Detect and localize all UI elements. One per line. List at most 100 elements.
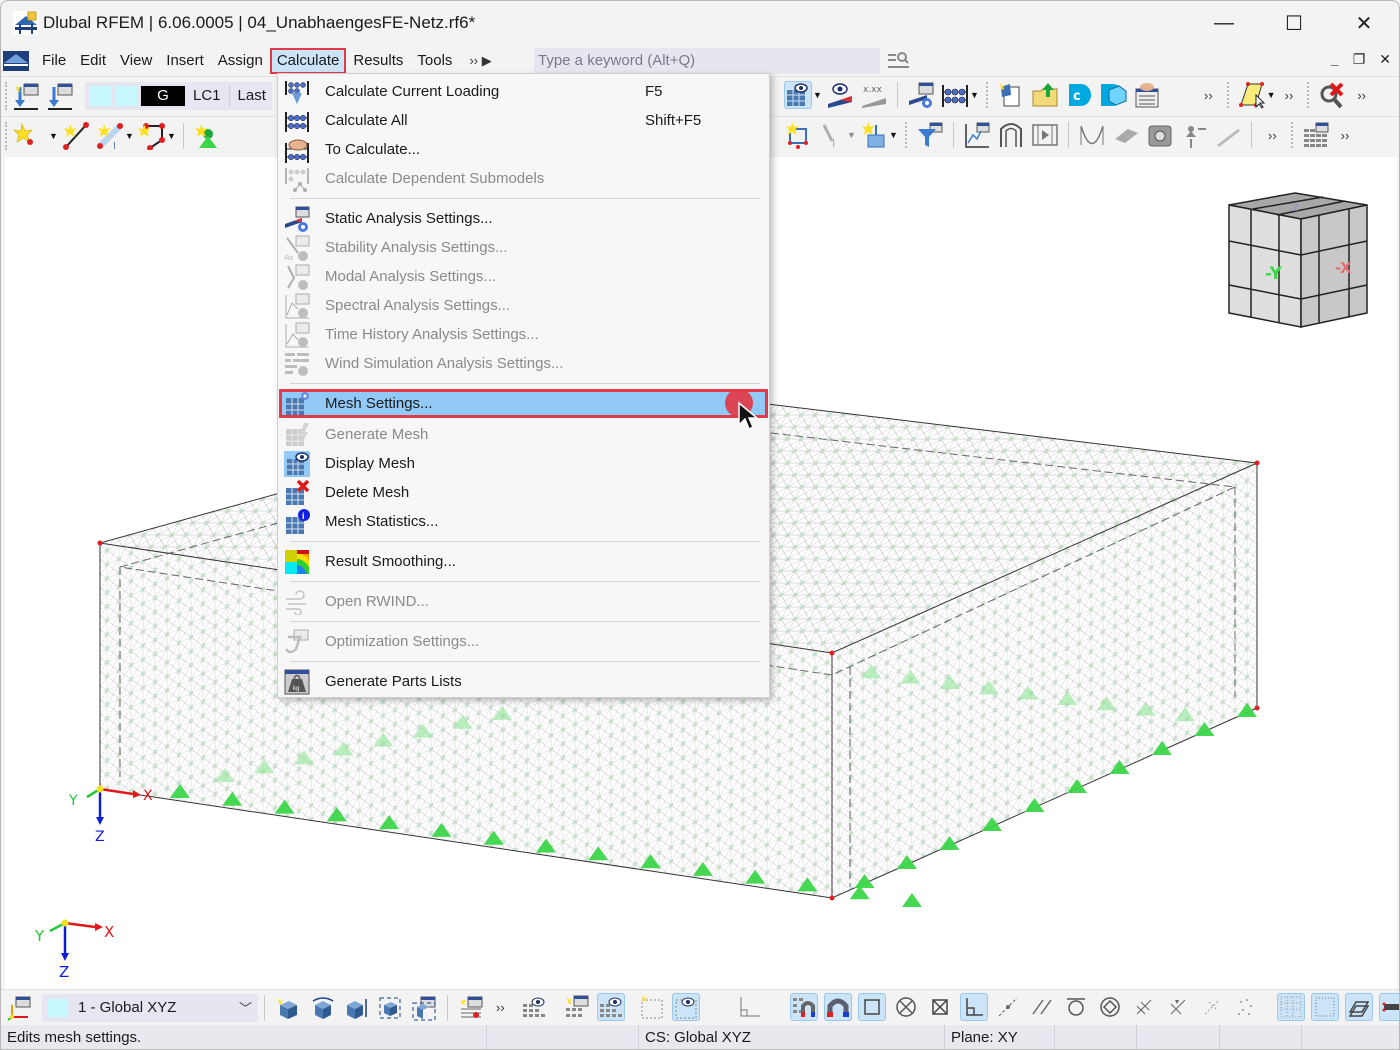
chevron-down-icon[interactable]: ▼	[847, 130, 857, 140]
chevron-down-icon[interactable]: ▼	[813, 90, 823, 100]
menu-item-generate-parts-lists[interactable]: kg Generate Parts Lists	[279, 667, 768, 696]
snap-tangent-icon[interactable]	[1062, 993, 1090, 1021]
chevron-down-icon[interactable]: ▼	[125, 131, 135, 141]
dimension-line-icon[interactable]	[1379, 993, 1399, 1021]
render-settings-icon[interactable]	[457, 994, 485, 1022]
view-top-icon[interactable]	[308, 994, 336, 1022]
snap-dimension-icon[interactable]	[1198, 993, 1226, 1021]
menu-item-delete-mesh[interactable]: Delete Mesh	[279, 478, 768, 507]
menu-calculate[interactable]: Calculate	[269, 48, 347, 74]
menu-tools[interactable]: Tools	[410, 48, 459, 74]
surface-results-icon[interactable]	[1112, 121, 1140, 149]
menu-results[interactable]: Results	[346, 48, 410, 74]
menu-file[interactable]: File	[35, 48, 73, 74]
grid-lines-icon[interactable]	[1311, 993, 1339, 1021]
new-work-plane-icon[interactable]	[638, 993, 666, 1021]
snap-grid-icon[interactable]	[790, 993, 818, 1021]
chevron-down-icon[interactable]: ▼	[49, 131, 59, 141]
mdi-close-button[interactable]: ✕	[1379, 51, 1391, 68]
mdi-restore-button[interactable]: ❐	[1353, 51, 1366, 68]
snap-extension-icon[interactable]	[1130, 993, 1158, 1021]
section-cut-icon[interactable]	[997, 121, 1025, 149]
values-display-icon[interactable]: x.xx	[860, 81, 888, 109]
static-analysis-settings-icon[interactable]	[907, 81, 935, 109]
toolbar-grip[interactable]	[5, 81, 9, 110]
animation-icon[interactable]	[1031, 121, 1059, 149]
menu-overflow-button[interactable]: ›› ▶	[469, 53, 491, 69]
load-case-selector[interactable]: G LC1 Last	[85, 81, 272, 110]
new-model-icon[interactable]	[997, 81, 1025, 109]
menu-item-mesh-settings[interactable]: Mesh Settings...	[279, 389, 768, 418]
new-node-icon[interactable]	[12, 122, 40, 150]
open-folder-icon[interactable]	[1031, 81, 1059, 109]
diagram-icon[interactable]	[963, 121, 991, 149]
delete-results-icon[interactable]	[1318, 81, 1346, 109]
chevron-down-icon[interactable]: ▼	[167, 131, 177, 141]
snap-points-icon[interactable]	[1232, 993, 1260, 1021]
chevron-down-icon[interactable]: ▼	[970, 90, 980, 100]
maximize-button[interactable]: ☐	[1259, 1, 1329, 45]
toolbar-overflow-button[interactable]: ››	[1204, 88, 1213, 103]
filter-icon[interactable]	[916, 121, 944, 149]
menu-item-mesh-statistics[interactable]: i Mesh Statistics...	[279, 507, 768, 536]
new-solid-support-icon[interactable]	[784, 121, 812, 149]
rfem-menu-logo-icon[interactable]	[3, 51, 29, 71]
menu-view[interactable]: View	[113, 48, 159, 74]
snap-on-line-icon[interactable]	[994, 993, 1022, 1021]
menu-item-to-calculate[interactable]: To Calculate...	[279, 135, 768, 164]
menu-edit[interactable]: Edit	[73, 48, 113, 74]
snap-intersection-icon[interactable]	[926, 993, 954, 1021]
menu-item-calculate-current-loading[interactable]: Calculate Current Loading F5	[279, 77, 768, 106]
new-node-grid-icon[interactable]	[563, 993, 591, 1021]
view-front-icon[interactable]	[342, 994, 370, 1022]
display-mesh-toolbar-icon[interactable]	[784, 81, 812, 109]
snap-angle-icon[interactable]	[1164, 993, 1192, 1021]
snap-midpoint-icon[interactable]	[892, 993, 920, 1021]
navigation-cube[interactable]: -Y -X -Z	[1228, 192, 1368, 328]
minimize-button[interactable]: —	[1189, 1, 1259, 45]
display-work-plane-icon[interactable]	[672, 993, 700, 1021]
support-reactions-icon[interactable]	[1180, 121, 1208, 149]
menu-item-display-mesh[interactable]: Display Mesh	[279, 449, 768, 478]
menu-item-calculate-all[interactable]: Calculate All Shift+F5	[279, 106, 768, 135]
toolbar-overflow-button[interactable]: ››	[1285, 88, 1294, 103]
new-member-hinge-icon[interactable]: I	[818, 121, 846, 149]
view-side-icon[interactable]	[376, 994, 404, 1022]
new-member-icon[interactable]: I	[96, 122, 124, 150]
new-line-icon[interactable]	[62, 121, 90, 150]
keyword-search-input[interactable]: Type a keyword (Alt+Q)	[534, 48, 880, 74]
new-load-case-icon[interactable]	[12, 82, 40, 110]
toolbar-grip[interactable]	[5, 121, 9, 150]
new-load-icon[interactable]	[860, 121, 888, 149]
toolbar-overflow-button[interactable]: ››	[1268, 128, 1277, 143]
display-properties-icon[interactable]	[826, 81, 854, 109]
show-mesh-nodes-icon[interactable]	[520, 993, 548, 1021]
result-beam-icon[interactable]	[1214, 121, 1242, 149]
snap-perpendicular-icon[interactable]	[960, 993, 988, 1021]
new-nodal-support-icon[interactable]	[193, 122, 221, 150]
nav-cube-top-label[interactable]: -Z	[1289, 204, 1298, 214]
display-grid-icon[interactable]	[597, 993, 625, 1021]
grid-points-icon[interactable]	[1277, 993, 1305, 1021]
report-icon[interactable]	[1133, 81, 1161, 109]
nav-cube-right-label[interactable]: -X	[1335, 259, 1352, 277]
ortho-snap-icon[interactable]	[735, 993, 763, 1021]
table-icon[interactable]	[1302, 121, 1330, 149]
surface-select-icon[interactable]	[1238, 81, 1266, 109]
toolbar-overflow-button[interactable]: ››	[1341, 128, 1350, 143]
view-zoom-all-icon[interactable]	[410, 994, 438, 1022]
coordinate-system-icon[interactable]	[5, 994, 33, 1022]
toolbar-overflow-button[interactable]: ››	[496, 1000, 505, 1015]
deformation-icon[interactable]	[1078, 121, 1106, 149]
solid-results-icon[interactable]	[1146, 121, 1174, 149]
layers-icon[interactable]	[1345, 993, 1373, 1021]
coordinate-system-select[interactable]: 1 - Global XYZ ﹀	[42, 993, 258, 1022]
chevron-down-icon[interactable]: ▼	[1267, 90, 1277, 100]
snap-center-icon[interactable]	[1096, 993, 1124, 1021]
new-polyline-icon[interactable]	[138, 122, 166, 150]
calculate-all-toolbar-icon[interactable]	[941, 81, 969, 109]
nav-cube-front-label[interactable]: -Y	[1265, 264, 1283, 284]
load-case-icon[interactable]	[46, 82, 74, 110]
mdi-minimize-button[interactable]: _	[1331, 51, 1339, 68]
search-options-icon[interactable]	[887, 51, 911, 69]
